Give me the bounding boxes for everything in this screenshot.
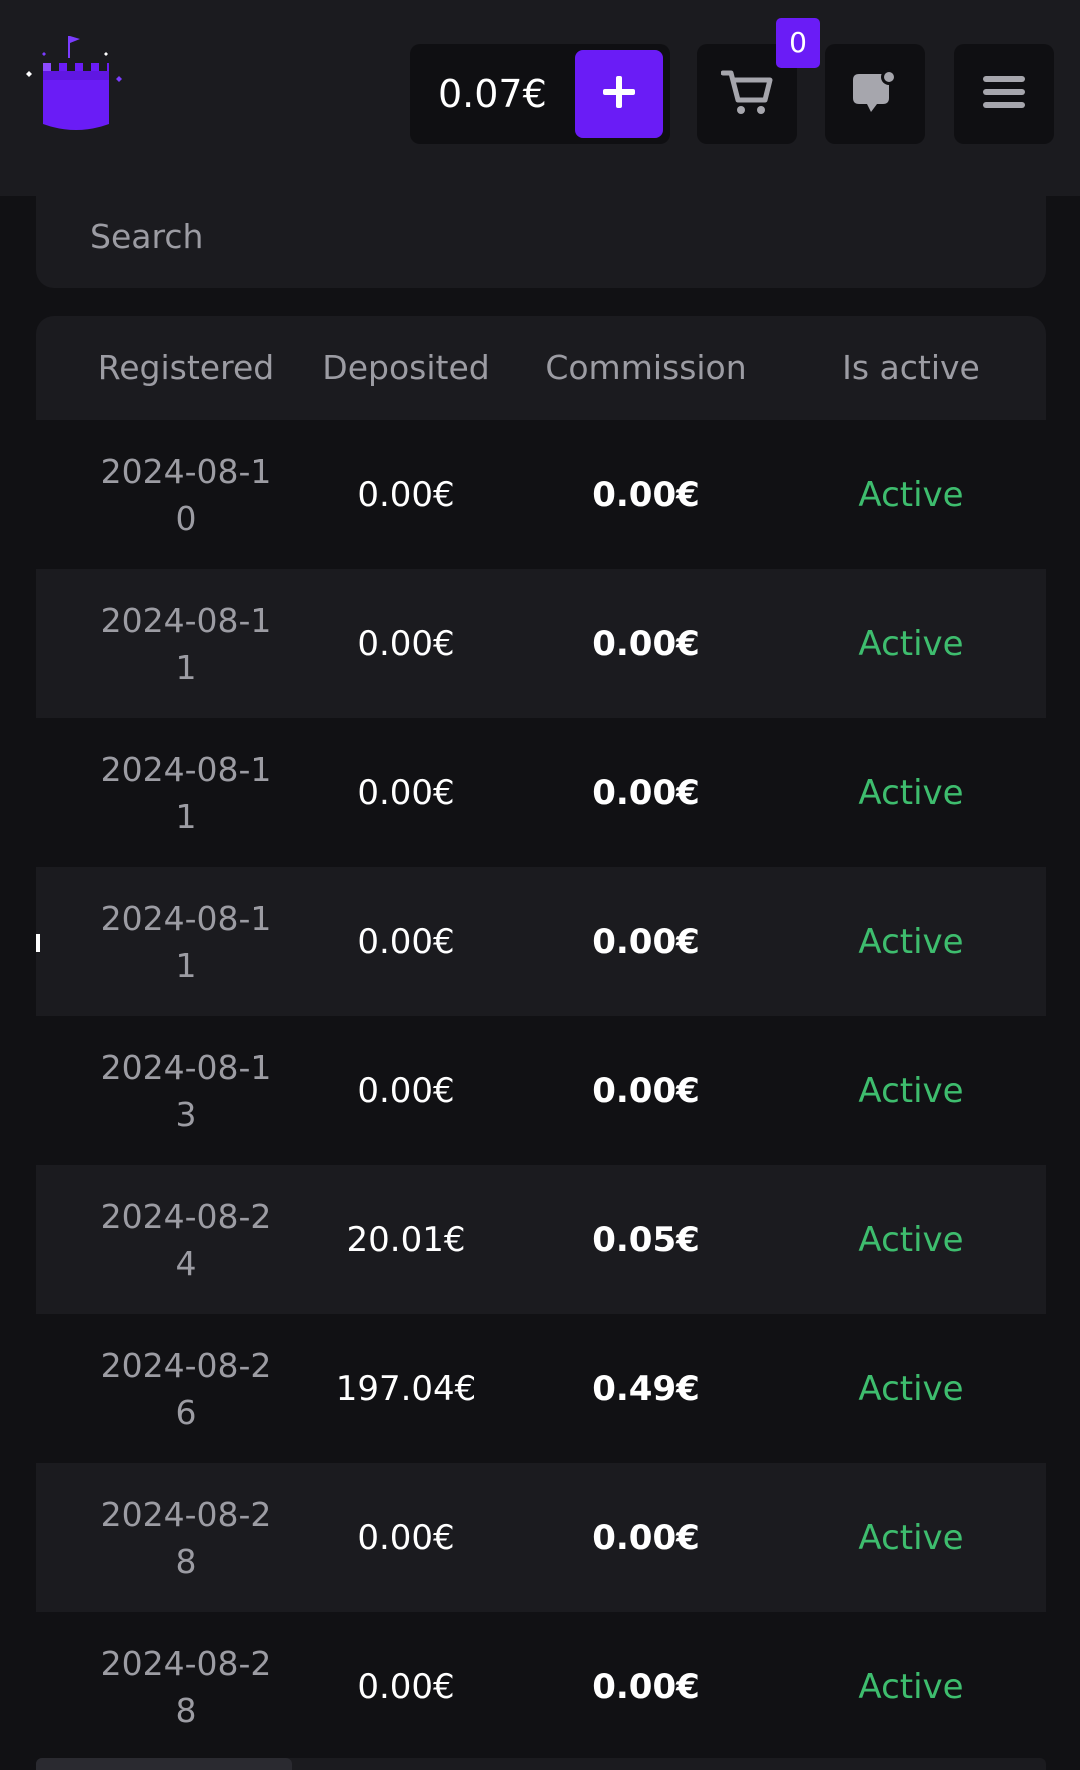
castle-logo-icon[interactable] bbox=[24, 36, 144, 136]
table-row: 2024-08-13 0.00€ 0.00€ Active bbox=[36, 1016, 1046, 1165]
search-input[interactable] bbox=[90, 196, 990, 276]
deposited-cell: 0.00€ bbox=[357, 921, 455, 962]
registered-date: 2024-08-28 bbox=[100, 1494, 272, 1581]
registered-cell: 2024-08-11 bbox=[76, 718, 296, 867]
scroll-edge-indicator bbox=[36, 934, 40, 952]
deposited-cell: 0.00€ bbox=[357, 474, 455, 515]
registered-date: 2024-08-11 bbox=[100, 600, 272, 687]
column-header-deposited[interactable]: Deposited bbox=[306, 316, 506, 420]
deposited-cell: 0.00€ bbox=[357, 772, 455, 813]
balance-amount: 0.07€ bbox=[438, 72, 547, 116]
commission-cell: 0.00€ bbox=[592, 474, 700, 515]
status-cell: Active bbox=[858, 1219, 964, 1260]
status-cell: Active bbox=[858, 1368, 964, 1409]
status-cell: Active bbox=[858, 623, 964, 664]
chat-notification-icon bbox=[851, 68, 899, 120]
registered-date: 2024-08-13 bbox=[100, 1047, 272, 1134]
page: 0.07€ 0 Search Registered Deposited Comm… bbox=[0, 0, 1080, 1770]
registered-date: 2024-08-28 bbox=[100, 1643, 272, 1730]
top-header: 0.07€ 0 bbox=[0, 0, 1080, 196]
balance-widget: 0.07€ bbox=[410, 44, 670, 144]
status-cell: Active bbox=[858, 921, 964, 962]
registered-cell: 2024-08-11 bbox=[76, 867, 296, 1016]
registered-cell: 2024-08-26 bbox=[76, 1314, 296, 1463]
scrollbar-thumb[interactable] bbox=[36, 1758, 292, 1770]
table-row: 2024-08-10 0.00€ 0.00€ Active bbox=[36, 420, 1046, 569]
column-header-registered[interactable]: Registered bbox=[76, 316, 296, 420]
commission-cell: 0.49€ bbox=[592, 1368, 700, 1409]
cart-count-badge: 0 bbox=[776, 18, 820, 68]
add-funds-button[interactable] bbox=[575, 50, 663, 138]
registered-cell: 2024-08-24 bbox=[76, 1165, 296, 1314]
commission-cell: 0.00€ bbox=[592, 921, 700, 962]
commission-cell: 0.00€ bbox=[592, 1666, 700, 1707]
table-row: 2024-08-11 0.00€ 0.00€ Active bbox=[36, 569, 1046, 718]
deposited-cell: 0.00€ bbox=[357, 1517, 455, 1558]
deposited-cell: 0.00€ bbox=[357, 1666, 455, 1707]
table-row: 2024-08-24 20.01€ 0.05€ Active bbox=[36, 1165, 1046, 1314]
table-row: 2024-08-28 0.00€ 0.00€ Active bbox=[36, 1463, 1046, 1612]
status-cell: Active bbox=[858, 772, 964, 813]
status-cell: Active bbox=[858, 1666, 964, 1707]
registered-cell: 2024-08-11 bbox=[76, 569, 296, 718]
commission-cell: 0.00€ bbox=[592, 1517, 700, 1558]
column-header-commission[interactable]: Commission bbox=[526, 316, 766, 420]
status-cell: Active bbox=[858, 1070, 964, 1111]
table-row: 2024-08-11 0.00€ 0.00€ Active bbox=[36, 718, 1046, 867]
main-menu-button[interactable] bbox=[954, 44, 1054, 144]
deposited-cell: 20.01€ bbox=[346, 1219, 466, 1260]
horizontal-scrollbar[interactable] bbox=[36, 1758, 1046, 1770]
plus-icon bbox=[599, 72, 639, 116]
hamburger-menu-icon bbox=[983, 74, 1025, 114]
commission-cell: 0.00€ bbox=[592, 1070, 700, 1111]
commission-cell: 0.00€ bbox=[592, 772, 700, 813]
registered-cell: 2024-08-13 bbox=[76, 1016, 296, 1165]
chat-button[interactable] bbox=[825, 44, 925, 144]
deposited-cell: 0.00€ bbox=[357, 1070, 455, 1111]
registered-date: 2024-08-11 bbox=[100, 898, 272, 985]
deposited-cell: 197.04€ bbox=[335, 1368, 477, 1409]
registered-cell: 2024-08-28 bbox=[76, 1463, 296, 1612]
search-bar bbox=[36, 196, 1046, 288]
table-row: 2024-08-28 0.00€ 0.00€ Active bbox=[36, 1612, 1046, 1761]
column-header-is-active[interactable]: Is active bbox=[796, 316, 1026, 420]
cart-icon bbox=[720, 67, 773, 121]
registered-cell: 2024-08-10 bbox=[76, 420, 296, 569]
registered-date: 2024-08-26 bbox=[100, 1345, 272, 1432]
deposited-cell: 0.00€ bbox=[357, 623, 455, 664]
status-cell: Active bbox=[858, 474, 964, 515]
commission-cell: 0.05€ bbox=[592, 1219, 700, 1260]
registered-date: 2024-08-11 bbox=[100, 749, 272, 836]
commission-cell: 0.00€ bbox=[592, 623, 700, 664]
table-row: 2024-08-11 0.00€ 0.00€ Active bbox=[36, 867, 1046, 1016]
table-header: Registered Deposited Commission Is activ… bbox=[36, 316, 1046, 420]
registered-date: 2024-08-24 bbox=[100, 1196, 272, 1283]
registered-cell: 2024-08-28 bbox=[76, 1612, 296, 1761]
status-cell: Active bbox=[858, 1517, 964, 1558]
registered-date: 2024-08-10 bbox=[100, 451, 272, 538]
table-row: 2024-08-26 197.04€ 0.49€ Active bbox=[36, 1314, 1046, 1463]
